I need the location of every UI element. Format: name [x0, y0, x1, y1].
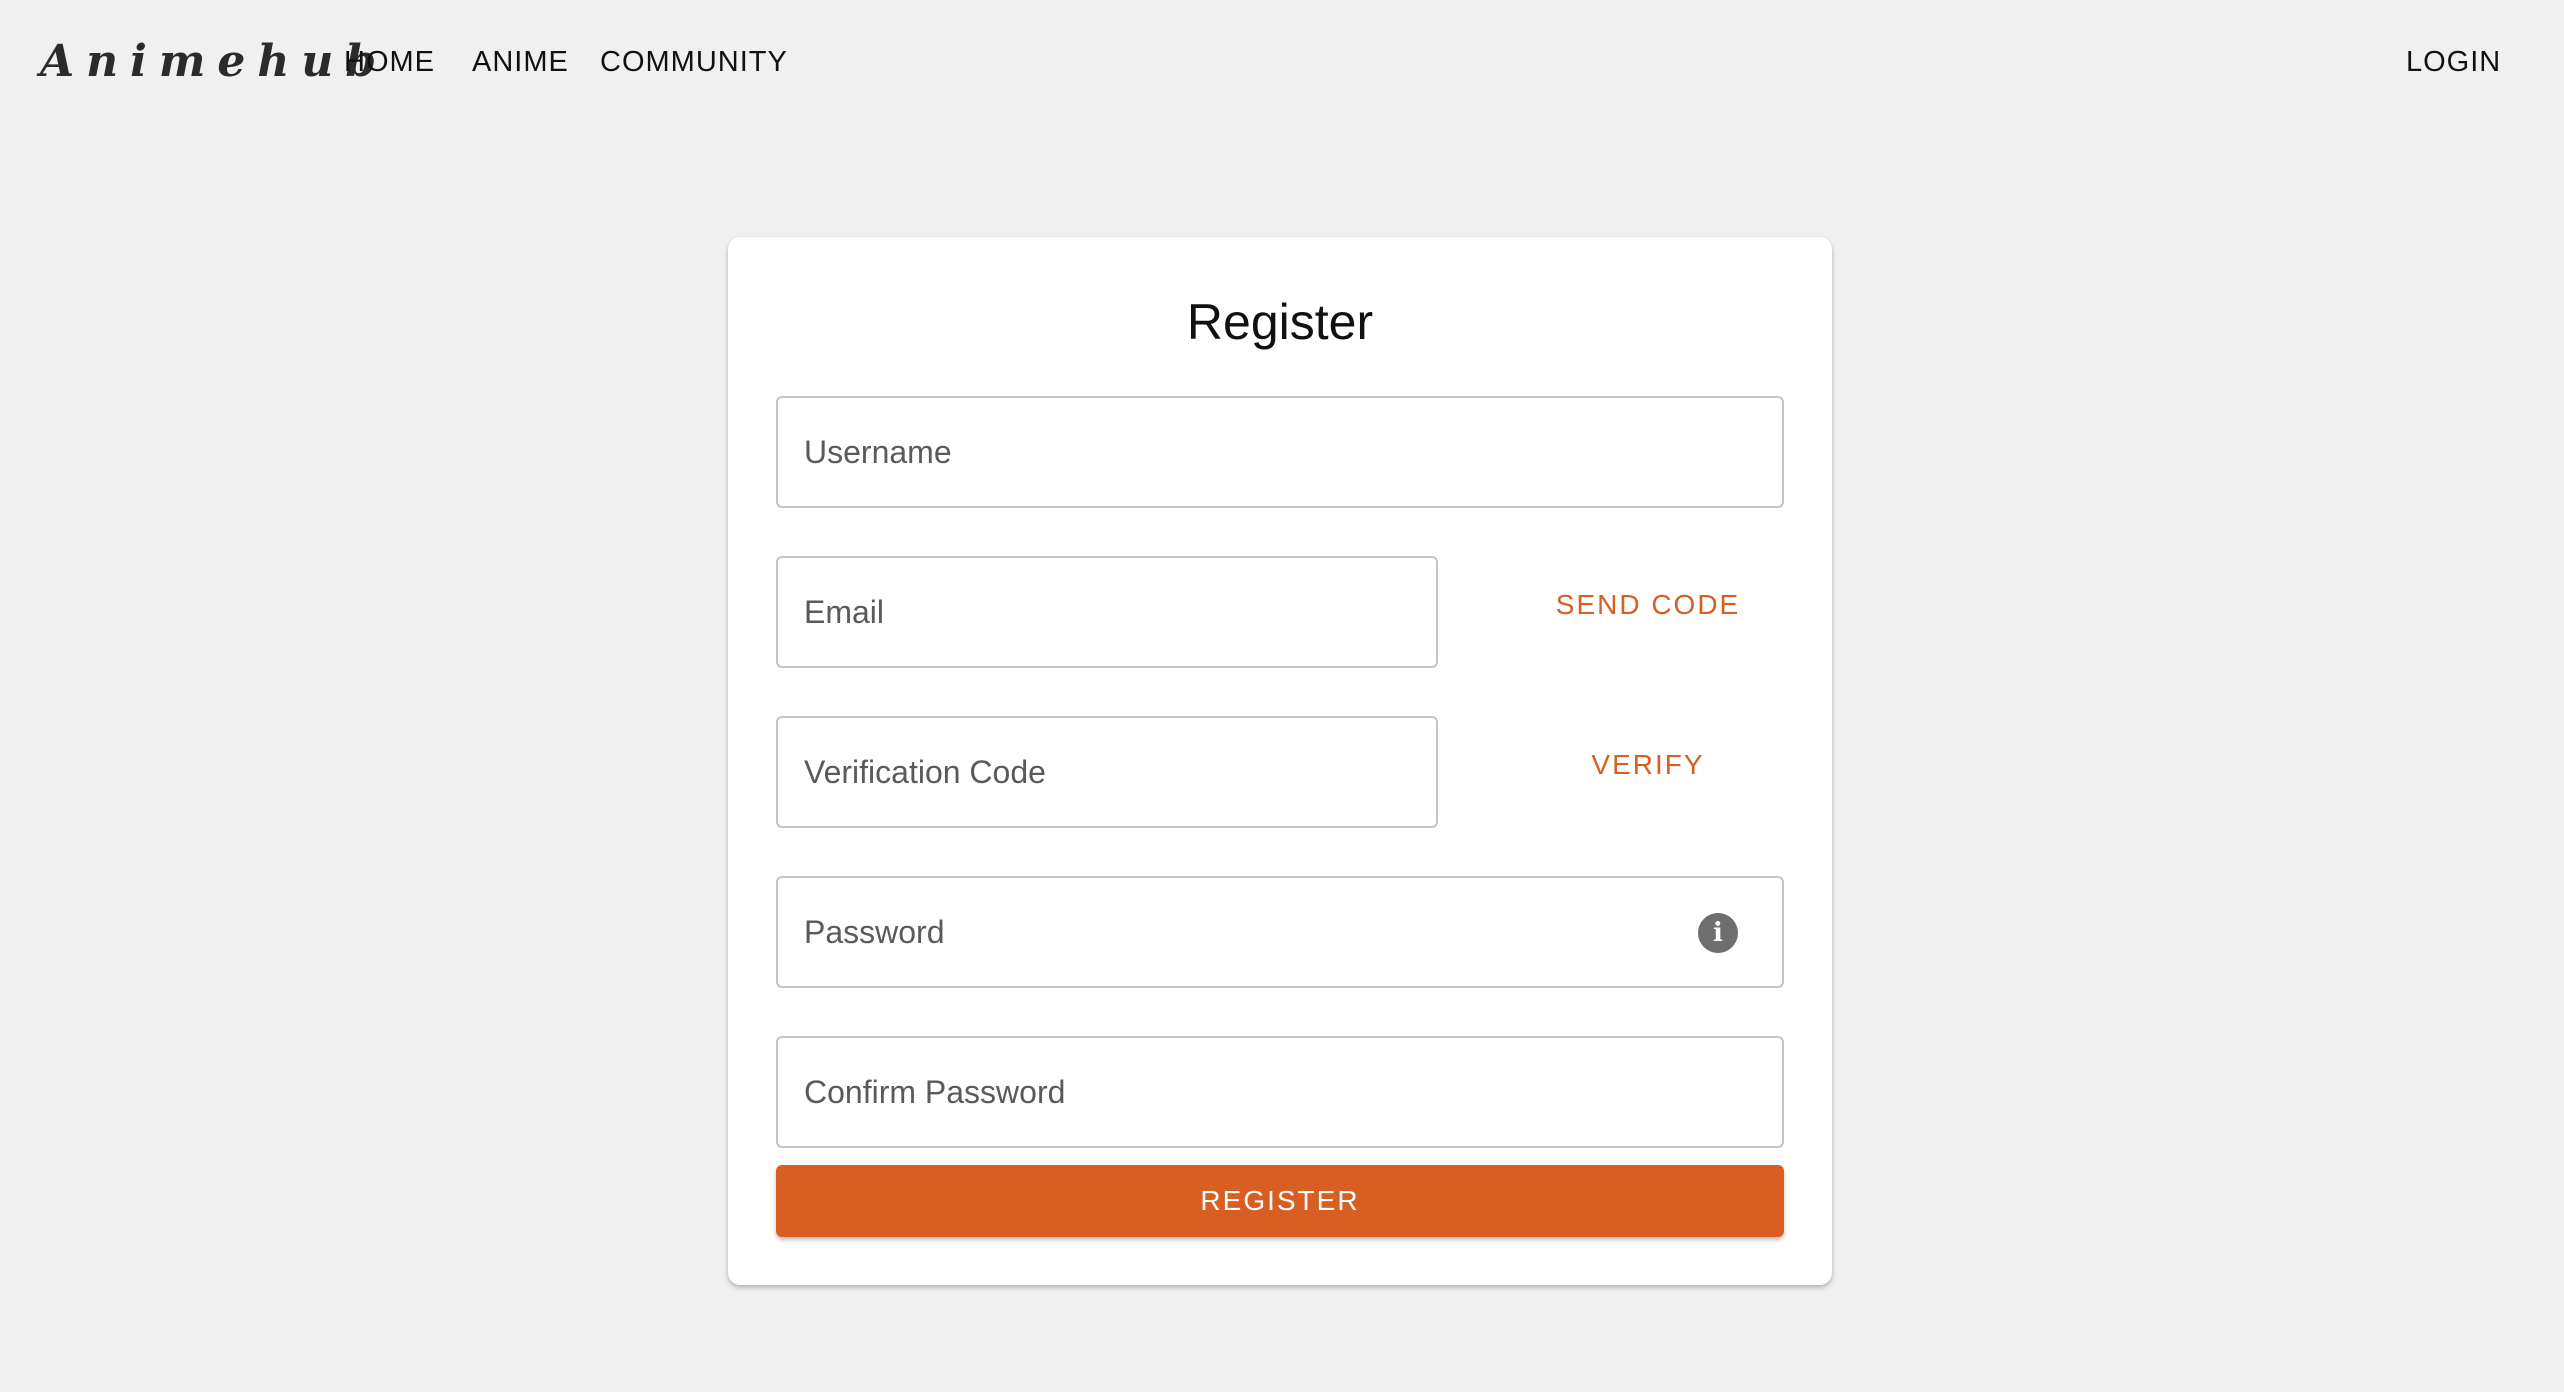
- register-button[interactable]: REGISTER: [776, 1165, 1784, 1237]
- username-placeholder: Username: [804, 434, 952, 470]
- page-title: Register: [1186, 294, 1374, 350]
- nav-community[interactable]: COMMUNITY: [600, 40, 788, 84]
- info-icon[interactable]: i: [1698, 913, 1738, 953]
- nav-anime[interactable]: ANIME: [472, 40, 569, 84]
- register-card: Register Username Email SEND CODE Verifi…: [728, 237, 1832, 1285]
- verification-code-field[interactable]: Verification Code: [776, 716, 1438, 828]
- confirm-password-field[interactable]: Confirm Password: [776, 1036, 1784, 1148]
- verify-button[interactable]: VERIFY: [1498, 745, 1798, 785]
- top-navigation-bar: Animehub HOME ANIME COMMUNITY LOGIN: [0, 0, 2564, 124]
- username-field[interactable]: Username: [776, 396, 1784, 508]
- email-field[interactable]: Email: [776, 556, 1438, 668]
- send-code-button[interactable]: SEND CODE: [1498, 585, 1798, 625]
- password-placeholder: Password: [804, 914, 945, 950]
- password-field[interactable]: Password i: [776, 876, 1784, 988]
- nav-home[interactable]: HOME: [344, 40, 435, 84]
- confirm-password-placeholder: Confirm Password: [804, 1074, 1066, 1110]
- email-placeholder: Email: [804, 594, 885, 630]
- login-link[interactable]: LOGIN: [2406, 40, 2501, 84]
- brand-logo[interactable]: Animehub: [40, 30, 388, 94]
- verification-code-placeholder: Verification Code: [804, 754, 1046, 790]
